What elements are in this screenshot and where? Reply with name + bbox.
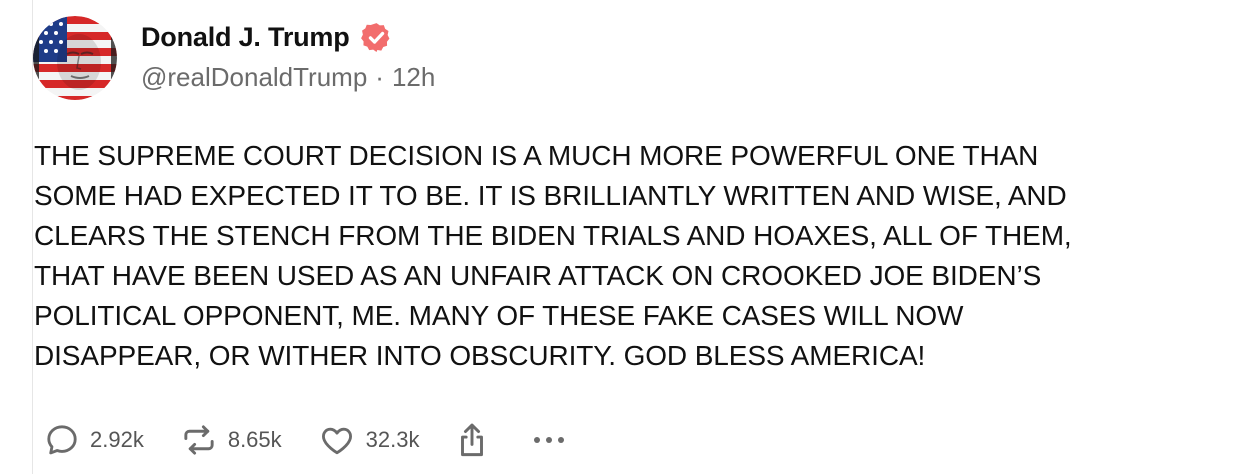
post-body-line: CLEARS THE STENCH FROM THE BIDEN TRIALS … [34,220,1072,251]
heart-icon [318,422,356,458]
repost-button[interactable]: 8.65k [180,422,282,458]
like-count: 32.3k [365,427,420,452]
meta-separator: · [375,62,384,92]
post-body-line: THE SUPREME COURT DECISION IS A MUCH MOR… [34,140,1039,171]
like-button[interactable]: 32.3k [318,422,420,458]
repost-icon [180,422,218,458]
reply-count: 2.92k [90,427,144,452]
avatar[interactable] [33,16,117,100]
reply-icon [44,422,80,458]
post-body: THE SUPREME COURT DECISION IS A MUCH MOR… [34,136,1184,376]
reply-button[interactable]: 2.92k [44,422,144,458]
more-options-button[interactable] [529,430,569,450]
post-body-line: DISAPPEAR, OR WITHER INTO OBSCURITY. GOD… [34,340,926,371]
share-icon [455,421,489,459]
post-body-line: POLITICAL OPPONENT, ME. MANY OF THESE FA… [34,300,964,331]
verified-badge-icon [360,21,393,54]
post-body-line: SOME HAD EXPECTED IT TO BE. IT IS BRILLI… [34,180,1067,211]
author-display-name[interactable]: Donald J. Trump [141,22,350,53]
left-divider [32,0,33,474]
repost-count: 8.65k [227,427,282,452]
author-row: Donald J. Trump [141,17,393,57]
author-meta: @realDonaldTrump · 12h [141,62,435,93]
avatar-flag-portrait-image [33,16,117,100]
more-icon [529,430,569,450]
post-actions-bar: 2.92k 8.65k 32.3k [44,420,605,460]
author-handle[interactable]: @realDonaldTrump [141,62,367,93]
post-body-line: THAT HAVE BEEN USED AS AN UNFAIR ATTACK … [34,260,1042,291]
share-button[interactable] [455,421,489,459]
post-timestamp[interactable]: 12h [392,62,435,93]
